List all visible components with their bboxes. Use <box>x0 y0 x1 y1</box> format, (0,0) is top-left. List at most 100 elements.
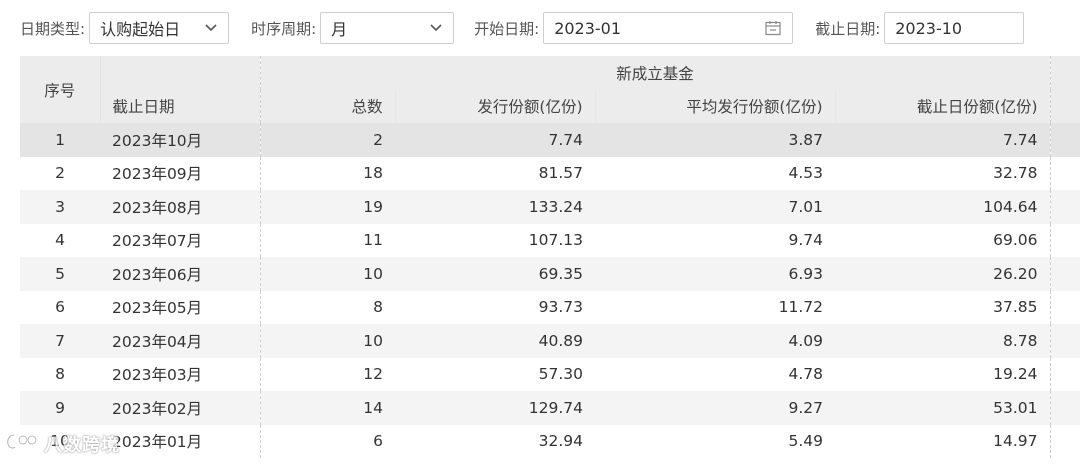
group-header-new-funds: 新成立基金 <box>259 56 1051 90</box>
table-row[interactable]: 1 2023年10月 2 7.74 3.87 7.74 <box>20 123 1080 157</box>
watermark: 八数跨境 <box>6 431 120 457</box>
table-row[interactable]: 7 2023年04月 10 40.89 4.09 8.78 <box>20 324 1080 358</box>
cell-issued-shares: 40.89 <box>395 324 595 358</box>
header-blank-right <box>1049 56 1080 90</box>
cell-issued-shares: 93.73 <box>395 290 595 324</box>
fund-table: 序号 新成立基金 截止日期 总数 发行份额(亿份) 平均发行份额(亿份) 截止日… <box>20 56 1080 458</box>
cell-issued-shares: 81.57 <box>395 156 595 190</box>
period-select[interactable]: 月 <box>320 12 455 44</box>
table-row[interactable]: 6 2023年05月 8 93.73 11.72 37.85 <box>20 290 1080 324</box>
col-header-avg-issued-shares[interactable]: 平均发行份额(亿份) <box>594 89 835 123</box>
cell-end-date: 2023年01月 <box>100 424 260 458</box>
cell-end-shares: 53.01 <box>835 391 1051 425</box>
chevron-down-icon <box>204 23 218 33</box>
cell-issued-shares: 133.24 <box>395 190 595 224</box>
cell-avg-issued-shares: 6.93 <box>595 257 835 291</box>
start-date-input[interactable]: 2023-01 <box>543 12 794 44</box>
cell-end-shares: 14.97 <box>835 424 1051 458</box>
cell-avg-issued-shares: 4.53 <box>595 156 835 190</box>
cell-seq: 8 <box>20 357 100 391</box>
cell-end-date: 2023年04月 <box>100 324 260 358</box>
cell-seq: 3 <box>20 190 100 224</box>
cell-avg-issued-shares: 3.87 <box>595 123 835 157</box>
end-date-label: 截止日期: <box>815 19 881 38</box>
cell-end-shares: 8.78 <box>835 324 1051 358</box>
cell-end-date: 2023年10月 <box>100 123 260 157</box>
cell-end-date: 2023年07月 <box>100 223 260 257</box>
table-row[interactable]: 8 2023年03月 12 57.30 4.78 19.24 <box>20 357 1080 391</box>
cell-end-date: 2023年02月 <box>100 391 260 425</box>
fund-table-container: 序号 新成立基金 截止日期 总数 发行份额(亿份) 平均发行份额(亿份) 截止日… <box>20 56 1080 467</box>
table-header: 序号 新成立基金 截止日期 总数 发行份额(亿份) 平均发行份额(亿份) 截止日… <box>20 56 1080 123</box>
cell-end-shares: 69.06 <box>835 223 1051 257</box>
cell-seq: 1 <box>20 123 100 157</box>
cell-avg-issued-shares: 9.74 <box>595 223 835 257</box>
seq-header[interactable]: 序号 <box>20 56 101 123</box>
chevron-down-icon <box>429 23 443 33</box>
cell-seq: 7 <box>20 324 100 358</box>
cell-issued-shares: 107.13 <box>395 223 595 257</box>
cell-issued-shares: 32.94 <box>395 424 595 458</box>
cell-total: 18 <box>259 156 395 190</box>
table-body: 1 2023年10月 2 7.74 3.87 7.74 2 2023年09月 1… <box>20 123 1080 458</box>
cell-total: 10 <box>259 324 395 358</box>
cell-end-shares: 26.20 <box>835 257 1051 291</box>
header-blank <box>100 56 260 90</box>
start-date-value: 2023-01 <box>554 18 622 38</box>
cell-issued-shares: 69.35 <box>395 257 595 291</box>
cell-avg-issued-shares: 4.09 <box>595 324 835 358</box>
cell-avg-issued-shares: 4.78 <box>595 357 835 391</box>
calendar-icon[interactable] <box>764 19 782 37</box>
cell-total: 10 <box>259 257 395 291</box>
cell-end-date: 2023年08月 <box>100 190 260 224</box>
cell-issued-shares: 7.74 <box>395 123 595 157</box>
col-header-end-date[interactable]: 截止日期 <box>100 89 260 123</box>
cell-end-shares: 104.64 <box>835 190 1051 224</box>
cell-end-date: 2023年06月 <box>100 257 260 291</box>
period-value: 月 <box>331 20 348 39</box>
cell-total: 14 <box>259 391 395 425</box>
filter-bar: 日期类型: 认购起始日 时序周期: 月 开始日期: 2023-01 截止日期: … <box>0 0 1080 56</box>
cell-total: 19 <box>259 190 395 224</box>
cell-end-shares: 7.74 <box>835 123 1051 157</box>
cell-total: 11 <box>259 223 395 257</box>
cell-total: 2 <box>259 123 395 157</box>
cell-end-date: 2023年05月 <box>100 290 260 324</box>
header-blank-right <box>1049 89 1080 123</box>
date-type-select[interactable]: 认购起始日 <box>89 12 230 44</box>
start-date-label: 开始日期: <box>474 19 540 38</box>
col-header-issued-shares[interactable]: 发行份额(亿份) <box>394 89 595 123</box>
cell-seq: 9 <box>20 391 100 425</box>
table-row[interactable]: 3 2023年08月 19 133.24 7.01 104.64 <box>20 190 1080 224</box>
cell-avg-issued-shares: 7.01 <box>595 190 835 224</box>
cell-seq: 2 <box>20 156 100 190</box>
cell-seq: 5 <box>20 257 100 291</box>
cell-avg-issued-shares: 11.72 <box>595 290 835 324</box>
cell-avg-issued-shares: 9.27 <box>595 391 835 425</box>
end-date-value: 2023-10 <box>895 18 963 38</box>
date-type-value: 认购起始日 <box>100 20 181 39</box>
table-row[interactable]: 4 2023年07月 11 107.13 9.74 69.06 <box>20 223 1080 257</box>
col-header-total[interactable]: 总数 <box>259 89 395 123</box>
cell-total: 12 <box>259 357 395 391</box>
cell-end-date: 2023年09月 <box>100 156 260 190</box>
cell-total: 8 <box>259 290 395 324</box>
cell-seq: 4 <box>20 223 100 257</box>
cell-avg-issued-shares: 5.49 <box>595 424 835 458</box>
watermark-text: 八数跨境 <box>44 435 120 456</box>
table-row[interactable]: 2 2023年09月 18 81.57 4.53 32.78 <box>20 156 1080 190</box>
cell-end-shares: 19.24 <box>835 357 1051 391</box>
table-row[interactable]: 10 2023年01月 6 32.94 5.49 14.97 <box>20 424 1080 458</box>
cell-issued-shares: 129.74 <box>395 391 595 425</box>
cell-end-shares: 37.85 <box>835 290 1051 324</box>
watermark-logo-icon <box>6 432 40 456</box>
cell-seq: 6 <box>20 290 100 324</box>
end-date-input[interactable]: 2023-10 <box>884 12 1025 44</box>
table-row[interactable]: 5 2023年06月 10 69.35 6.93 26.20 <box>20 257 1080 291</box>
table-row[interactable]: 9 2023年02月 14 129.74 9.27 53.01 <box>20 391 1080 425</box>
col-header-end-shares[interactable]: 截止日份额(亿份) <box>834 89 1051 123</box>
cell-total: 6 <box>259 424 395 458</box>
period-label: 时序周期: <box>251 19 317 38</box>
cell-end-date: 2023年03月 <box>100 357 260 391</box>
cell-end-shares: 32.78 <box>835 156 1051 190</box>
